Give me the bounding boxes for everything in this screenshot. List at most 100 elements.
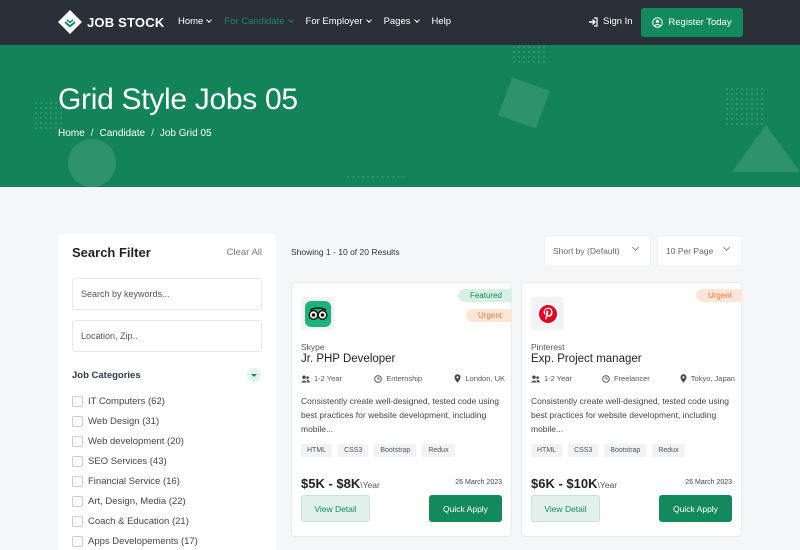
job-type: Enternship — [374, 374, 422, 383]
caret-down-icon — [251, 373, 257, 377]
job-card[interactable]: Featured Urgent Skype Jr. PHP Developer … — [291, 282, 512, 537]
categories-collapse-toggle[interactable] — [247, 368, 261, 382]
job-meta: 1-2 Year Freelancer Tokyo, Japan — [531, 374, 735, 383]
checkbox[interactable] — [72, 435, 83, 447]
category-option[interactable]: Financial Service (16) — [72, 471, 198, 491]
company-name: Pinterest — [531, 342, 565, 352]
breadcrumb-candidate[interactable]: Candidate — [99, 128, 145, 139]
breadcrumb-home[interactable]: Home — [58, 128, 85, 139]
menu-pages[interactable]: Pages — [383, 16, 420, 27]
checkbox[interactable] — [72, 495, 83, 507]
per-page-select[interactable]: 10 Per Page — [657, 235, 742, 267]
pinterest-icon — [537, 303, 558, 324]
clear-all-link[interactable]: Clear All — [227, 247, 262, 258]
checkbox[interactable] — [72, 535, 83, 547]
job-type-value: Freelancer — [613, 374, 650, 383]
job-meta: 1-2 Year Enternship London, UK — [301, 374, 505, 383]
category-option[interactable]: Coach & Education (21) — [72, 511, 198, 531]
menu-help[interactable]: Help — [432, 16, 452, 27]
category-option[interactable]: Web development (20) — [72, 431, 198, 451]
skill-tag[interactable]: Bootstrap — [374, 444, 417, 457]
menu-label: Help — [431, 16, 452, 27]
breadcrumb: Home / Candidate / Job Grid 05 — [58, 128, 212, 139]
view-detail-button[interactable]: View Detail — [301, 495, 370, 522]
menu-for-candidate[interactable]: For Candidate — [224, 16, 294, 27]
skill-tag[interactable]: CSS3 — [338, 444, 369, 457]
map-pin-icon — [680, 374, 687, 383]
skill-tag[interactable]: HTML — [301, 444, 333, 457]
checkbox[interactable] — [72, 455, 83, 467]
featured-badge: Featured — [457, 289, 512, 302]
job-title[interactable]: Jr. PHP Developer — [301, 353, 395, 365]
job-type: Freelancer — [602, 374, 650, 383]
salary: $6K - $10K\Year — [531, 476, 617, 491]
skill-tag[interactable]: Redux — [422, 444, 455, 457]
company-logo — [301, 297, 334, 330]
menu-for-employer[interactable]: For Employer — [305, 16, 372, 27]
menu-home[interactable]: Home — [178, 16, 213, 27]
menu-label: For Candidate — [224, 16, 285, 27]
job-type-value: Enternship — [386, 374, 423, 383]
categories-heading: Job Categories — [72, 370, 141, 381]
sign-in-link[interactable]: Sign In — [588, 16, 633, 27]
job-description: Consistently create well-designed, teste… — [301, 396, 499, 434]
category-label: Art, Design, Media (22) — [88, 495, 186, 507]
salary-period: \Year — [597, 480, 618, 490]
category-label: Financial Service (16) — [88, 475, 180, 487]
logo-text: JOB STOCK — [87, 14, 165, 30]
menu-label: For Employer — [305, 16, 363, 27]
users-icon — [531, 375, 540, 382]
checkbox[interactable] — [72, 415, 83, 427]
job-title[interactable]: Exp. Project manager — [531, 353, 642, 365]
category-option[interactable]: Art, Design, Media (22) — [72, 491, 198, 511]
per-page-value: 10 Per Page — [666, 246, 714, 256]
salary: $5K - $8K\Year — [301, 476, 380, 491]
quick-apply-button[interactable]: Quick Apply — [659, 495, 732, 522]
category-option[interactable]: Web Design (31) — [72, 411, 198, 431]
category-label: IT Computers (62) — [88, 395, 165, 407]
skill-tag[interactable]: Redux — [652, 444, 685, 457]
main-menu: Home For Candidate For Employer Pages He… — [178, 16, 464, 27]
location-input[interactable] — [72, 320, 262, 352]
logo-icon — [57, 9, 83, 35]
skill-tag[interactable]: Bootstrap — [604, 444, 647, 457]
category-label: Apps Developements (17) — [88, 535, 198, 547]
chevron-down-icon — [287, 17, 294, 23]
menu-label: Home — [178, 16, 204, 27]
skill-tag[interactable]: HTML — [531, 444, 563, 457]
breadcrumb-separator: / — [90, 128, 94, 139]
category-option[interactable]: SEO Services (43) — [72, 451, 198, 471]
location: Tokyo, Japan — [680, 374, 735, 383]
category-option[interactable]: Apps Developements (17) — [72, 531, 198, 550]
skill-tags: HTML CSS3 Bootstrap Redux — [531, 444, 685, 457]
checkbox[interactable] — [72, 475, 83, 487]
checkbox[interactable] — [72, 515, 83, 527]
menu-label: Pages — [383, 16, 411, 27]
skill-tag[interactable]: CSS3 — [568, 444, 599, 457]
posted-date: 26 March 2023 — [685, 479, 732, 486]
results-count: Showing 1 - 10 of 20 Results — [291, 247, 400, 257]
quick-apply-button[interactable]: Quick Apply — [429, 495, 502, 522]
company-name: Skype — [301, 342, 325, 352]
keyword-search-input[interactable] — [72, 278, 262, 310]
page-hero: Grid Style Jobs 05 Home / Candidate / Jo… — [0, 45, 800, 187]
job-card[interactable]: Urgent Pinterest Exp. Project manager 1-… — [521, 282, 742, 537]
category-label: Web Design (31) — [88, 415, 160, 427]
page-title: Grid Style Jobs 05 — [58, 83, 298, 116]
logo[interactable]: JOB STOCK — [57, 9, 165, 35]
category-list: IT Computers (62) Web Design (31) Web de… — [72, 391, 198, 550]
view-detail-button[interactable]: View Detail — [531, 495, 600, 522]
tripadvisor-owl-icon — [304, 300, 331, 327]
users-icon — [301, 375, 310, 382]
category-label: SEO Services (43) — [88, 455, 167, 467]
urgent-badge: Urgent — [465, 309, 512, 322]
sort-select[interactable]: Short by (Default) — [544, 235, 651, 267]
register-button[interactable]: Register Today — [641, 8, 743, 37]
experience-value: 1-2 Year — [314, 374, 342, 383]
salary-range: $6K - $10K — [531, 476, 598, 491]
filter-title: Search Filter — [72, 245, 151, 260]
checkbox[interactable] — [72, 395, 83, 407]
user-circle-icon — [652, 17, 664, 28]
urgent-badge: Urgent — [695, 289, 742, 302]
category-option[interactable]: IT Computers (62) — [72, 391, 198, 411]
